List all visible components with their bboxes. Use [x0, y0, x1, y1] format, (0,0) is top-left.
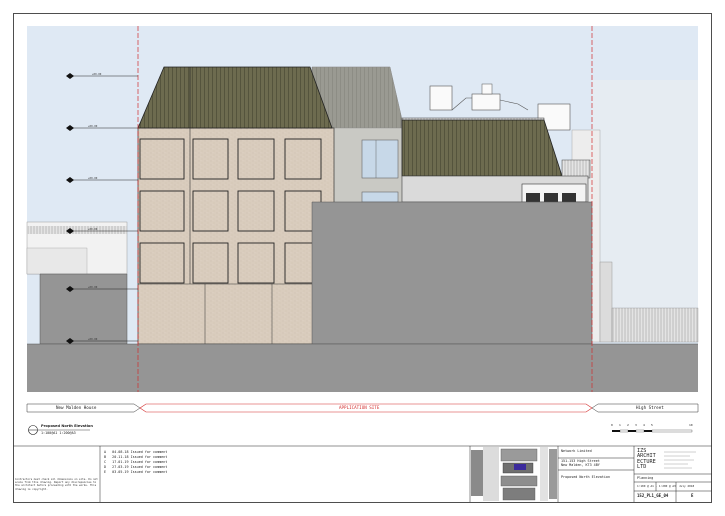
- rooftop-structure: [471, 93, 501, 111]
- drawing-status: Planning: [637, 476, 654, 480]
- right-building-window: [526, 193, 540, 202]
- scale-bar-tick: 0: [611, 423, 613, 427]
- key-plan-building: [549, 449, 557, 499]
- key-plan-road: [483, 447, 499, 501]
- view-scale: 1:100@A1 1:200@A3: [41, 431, 76, 435]
- drawing-date: July 2018: [679, 484, 695, 488]
- client-name: Network Limited: [561, 449, 592, 453]
- scale-bar-tick: 3: [635, 423, 637, 427]
- neighbour-fence-right: [611, 307, 699, 343]
- revision-row: C 17.01.19 Issued for comment: [104, 460, 168, 464]
- rooftop-structure: [429, 85, 453, 111]
- drawing-title: Proposed North Elevation: [561, 475, 610, 479]
- practice-logo: IZS ARCHIT ECTURE LTD: [637, 448, 656, 470]
- neighbour-building-left-lower: [26, 247, 88, 275]
- rear-block-window-lower: [361, 191, 399, 203]
- level-label: +00.00: [88, 228, 98, 231]
- rear-block-window: [361, 139, 399, 179]
- rooftop-structure: [481, 83, 493, 95]
- neighbour-fence-left: [27, 226, 127, 234]
- drawing-notes: Contractors must check all dimensions on…: [15, 478, 98, 491]
- site-label: APPLICATION SITE: [339, 405, 380, 410]
- scale-bar-tick: 10: [689, 423, 693, 427]
- key-plan-building: [500, 475, 538, 487]
- left-boundary-label: New Malden House: [56, 405, 97, 410]
- elevation-drawing: [13, 13, 712, 503]
- level-label: +00.00: [88, 286, 98, 289]
- key-plan-site-marker: [514, 464, 526, 470]
- scale-bar: [612, 429, 693, 433]
- revision-row: E 03.05.19 Issued for comment: [104, 470, 168, 474]
- logo-contact-lines: [664, 451, 696, 469]
- key-plan-road: [540, 447, 548, 501]
- ground-right-wall: [311, 201, 593, 345]
- drawing-scale: 1:100 @ A1 - 1:200 @ A3: [637, 484, 676, 488]
- level-label: +00.00: [88, 177, 98, 180]
- ground-left-wall: [39, 273, 128, 345]
- revision-row: A 04.08.18 Issued for comment: [104, 450, 168, 454]
- revision-row: B 20.11.18 Issued for comment: [104, 455, 168, 459]
- key-plan-building: [471, 450, 483, 496]
- view-title: Proposed North Elevation: [41, 424, 93, 428]
- scale-bar-tick: 1: [619, 423, 621, 427]
- drawing-sheet: +00.00 +00.00 +00.00 +00.00 +00.00 +00.0…: [0, 0, 725, 512]
- level-label: +00.00: [92, 73, 102, 76]
- right-building-window: [544, 193, 558, 202]
- scale-bar-tick: 2: [627, 423, 629, 427]
- scale-bar-tick: 5: [651, 423, 653, 427]
- right-boundary-label: High Street: [636, 405, 664, 410]
- key-plan-building: [502, 487, 536, 501]
- key-plan-building: [500, 448, 538, 462]
- level-label: +00.00: [88, 125, 98, 128]
- scale-bar-tick: 4: [643, 423, 645, 427]
- right-building-balcony: [561, 159, 591, 179]
- right-building-roof: [401, 119, 563, 177]
- proposed-building-roof: [137, 66, 333, 129]
- ground: [27, 344, 698, 392]
- project-address-line2: New Malden, KT3 4BY: [561, 463, 600, 467]
- revision-row: D 27.03.19 Issued for comment: [104, 465, 168, 469]
- proposed-building-facade: [137, 127, 335, 345]
- drawing-number: 152_PL1_GE_04: [637, 493, 669, 498]
- neighbour-building-right-lower: [599, 261, 613, 343]
- level-label: +00.00: [88, 338, 98, 341]
- drawing-revision: E: [691, 493, 694, 498]
- right-building-window: [562, 193, 576, 202]
